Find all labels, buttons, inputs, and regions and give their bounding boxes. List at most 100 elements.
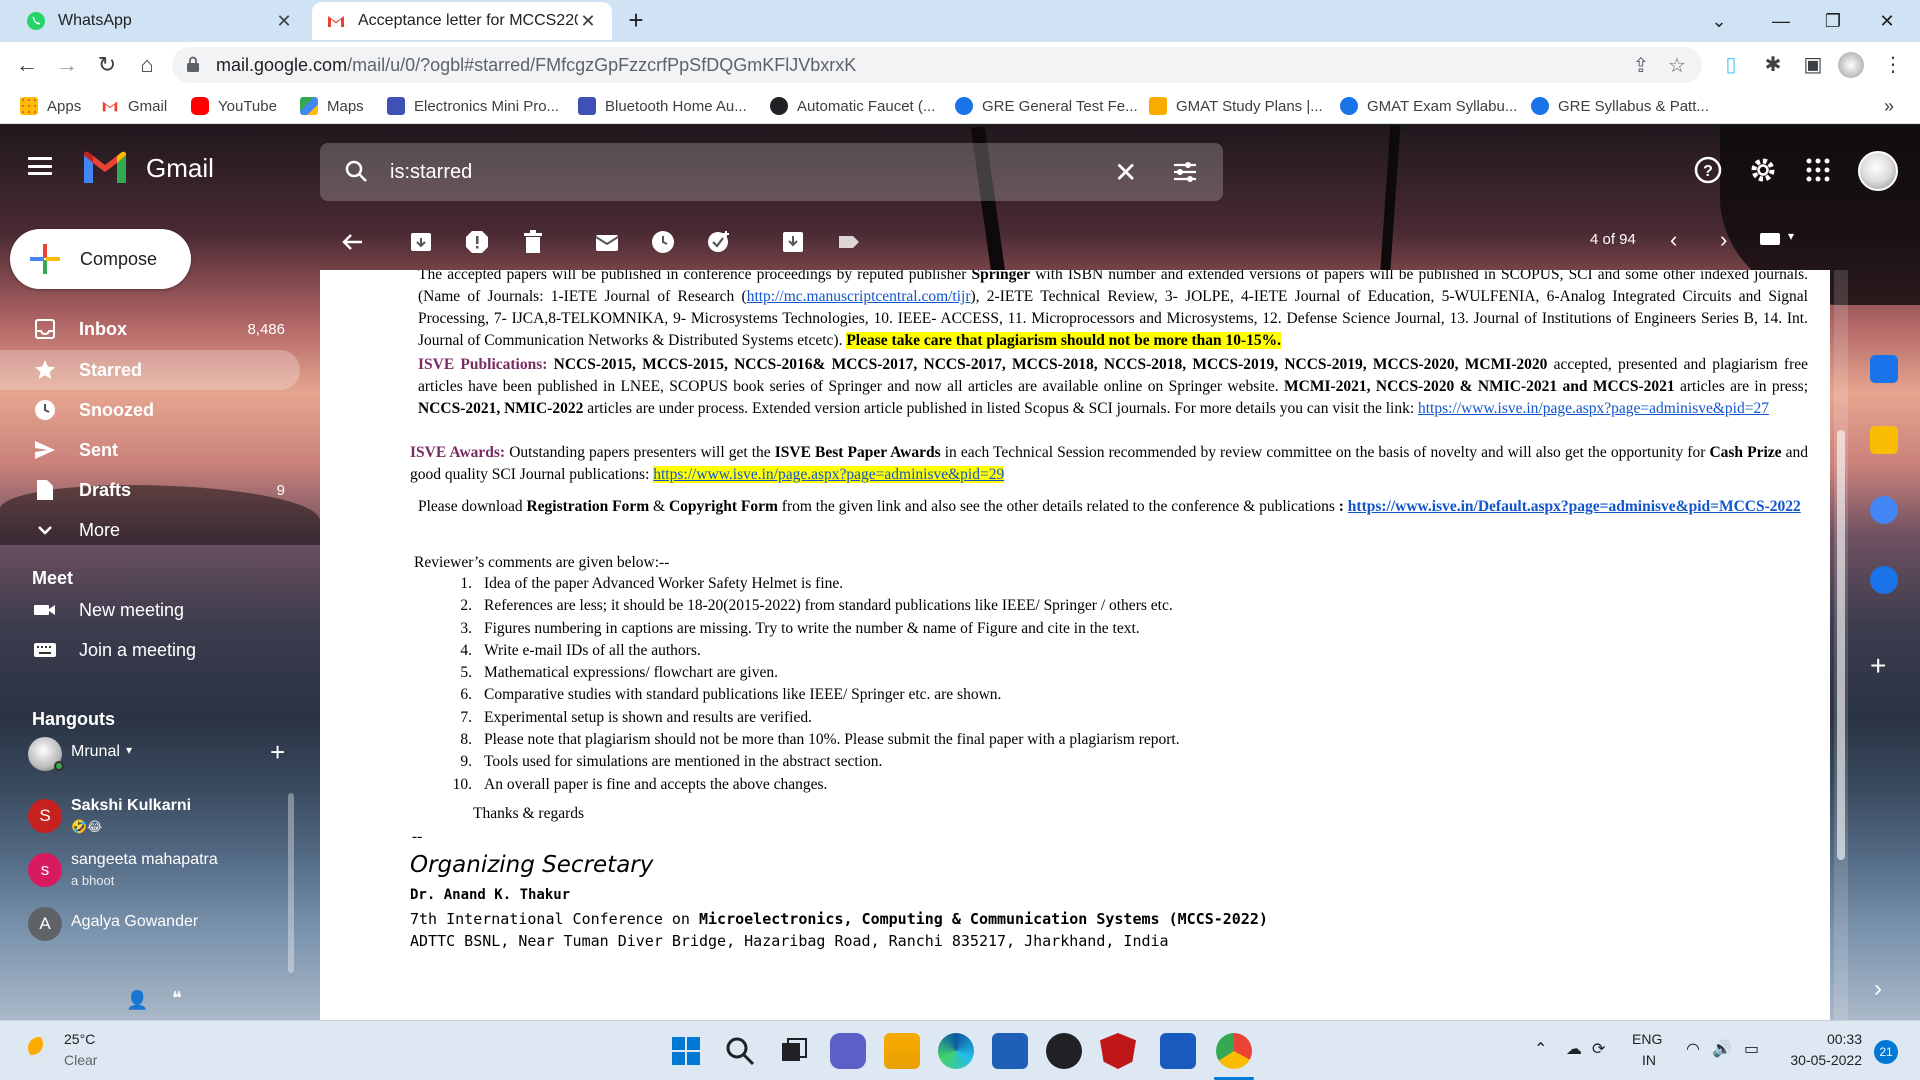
caret-down-icon[interactable]: ▾: [126, 743, 132, 757]
isve-awards-link[interactable]: https://www.isve.in/page.aspx?page=admin…: [653, 466, 1005, 483]
main-menu-icon[interactable]: [28, 157, 52, 175]
bookmark-maps[interactable]: Maps: [300, 94, 364, 118]
restore-button[interactable]: ❐: [1818, 6, 1848, 36]
dell-icon[interactable]: [1046, 1033, 1082, 1069]
tab-gmail-message[interactable]: Acceptance letter for MCCS2205 ✕: [312, 2, 612, 40]
word-icon[interactable]: [1160, 1033, 1196, 1069]
home-button[interactable]: ⌂: [132, 50, 162, 80]
nav-starred[interactable]: Starred: [0, 350, 300, 390]
bookmark-gmat-syllabus[interactable]: GMAT Exam Syllabu...: [1340, 94, 1517, 118]
microsoft-store-icon[interactable]: [992, 1033, 1028, 1069]
share-icon[interactable]: ⇪: [1628, 53, 1654, 79]
address-bar[interactable]: mail.google.com/mail/u/0/?ogbl#starred/F…: [172, 47, 1702, 83]
account-avatar[interactable]: [1858, 151, 1898, 191]
older-chevron-right-icon[interactable]: ›: [1720, 227, 1727, 253]
close-tab-icon[interactable]: ✕: [578, 11, 598, 32]
help-icon[interactable]: ?: [1693, 155, 1723, 185]
bookmark-star-icon[interactable]: ☆: [1664, 53, 1690, 79]
clock-date[interactable]: 30-05-2022: [1772, 1052, 1862, 1068]
archive-icon[interactable]: [408, 229, 434, 255]
menu-kebab-icon[interactable]: ⋮: [1880, 52, 1906, 78]
hangouts-contact[interactable]: A Agalya Gowander: [28, 901, 290, 951]
wifi-icon[interactable]: ◠: [1686, 1039, 1700, 1059]
tab-search-icon[interactable]: ⌄: [1704, 6, 1734, 36]
bookmark-apps[interactable]: Apps: [20, 94, 81, 118]
new-meeting-button[interactable]: New meeting: [33, 595, 184, 625]
clear-search-icon[interactable]: ✕: [1114, 156, 1137, 189]
extensions-puzzle-icon[interactable]: ✱: [1760, 52, 1786, 78]
snooze-clock-icon[interactable]: [650, 229, 676, 255]
contacts-icon[interactable]: [1870, 566, 1898, 594]
message-scrollbar[interactable]: [1834, 270, 1848, 1020]
google-apps-icon[interactable]: [1803, 155, 1833, 185]
bookmark-bluetooth[interactable]: Bluetooth Home Au...: [578, 94, 747, 118]
keep-notes-icon[interactable]: [1870, 426, 1898, 454]
label-tag-icon[interactable]: [836, 229, 862, 255]
hangouts-contact[interactable]: S Sakshi Kulkarni 🤣😂: [28, 793, 290, 843]
bookmark-gmat-plans[interactable]: GMAT Study Plans |...: [1149, 94, 1323, 118]
search-icon[interactable]: [722, 1033, 758, 1069]
delete-trash-icon[interactable]: [520, 229, 546, 255]
show-side-panel-chevron-icon[interactable]: ›: [1874, 975, 1882, 1003]
nav-drafts[interactable]: Drafts 9: [0, 470, 300, 510]
new-tab-button[interactable]: +: [622, 6, 650, 34]
sync-icon[interactable]: ⟳: [1592, 1039, 1605, 1059]
nav-sent[interactable]: Sent: [0, 430, 300, 470]
bookmark-faucet[interactable]: Automatic Faucet (...: [770, 94, 935, 118]
report-spam-icon[interactable]: [464, 229, 490, 255]
battery-icon[interactable]: ▭: [1744, 1039, 1759, 1059]
bookmark-gmail[interactable]: Gmail: [101, 94, 167, 118]
add-to-tasks-icon[interactable]: [706, 229, 732, 255]
settings-gear-icon[interactable]: [1748, 155, 1778, 185]
back-to-list-icon[interactable]: [340, 229, 366, 255]
edge-browser-icon[interactable]: [938, 1033, 974, 1069]
get-addons-plus-icon[interactable]: +: [1870, 650, 1886, 682]
nav-inbox[interactable]: Inbox 8,486: [0, 309, 300, 349]
search-input[interactable]: is:starred: [390, 161, 472, 184]
file-explorer-icon[interactable]: [884, 1033, 920, 1069]
back-button[interactable]: ←: [12, 50, 42, 80]
notification-count-badge[interactable]: 21: [1874, 1040, 1898, 1064]
windows-start-icon[interactable]: [668, 1033, 704, 1069]
new-conversation-plus-icon[interactable]: +: [270, 737, 285, 768]
isve-publications-link[interactable]: https://www.isve.in/page.aspx?page=admin…: [1418, 400, 1769, 417]
hangouts-quote-icon[interactable]: ❝: [172, 988, 182, 1009]
clock-time[interactable]: 00:33: [1792, 1031, 1862, 1047]
move-to-icon[interactable]: [780, 229, 806, 255]
hangouts-contact[interactable]: s sangeeta mahapatra a bhoot: [28, 847, 290, 897]
extension-icon[interactable]: ▯: [1718, 52, 1744, 78]
volume-icon[interactable]: 🔊: [1712, 1039, 1732, 1059]
profile-avatar[interactable]: [1838, 52, 1864, 78]
mcafee-icon[interactable]: [1100, 1033, 1136, 1069]
nav-more[interactable]: More: [0, 510, 300, 550]
minimize-button[interactable]: —: [1766, 6, 1796, 36]
close-tab-icon[interactable]: ✕: [274, 11, 294, 32]
input-tools-keyboard-icon[interactable]: [1760, 233, 1780, 245]
search-bar[interactable]: is:starred ✕: [320, 143, 1223, 201]
tab-whatsapp[interactable]: WhatsApp ✕: [12, 2, 308, 40]
reload-button[interactable]: ↻: [92, 50, 122, 80]
join-meeting-button[interactable]: Join a meeting: [33, 635, 196, 665]
hangouts-scrollbar[interactable]: [288, 793, 294, 973]
registration-form-link[interactable]: https://www.isve.in/Default.aspx?page=ad…: [1348, 498, 1801, 515]
calendar-icon[interactable]: [1870, 355, 1898, 383]
more-bookmarks-button[interactable]: »: [1884, 94, 1894, 118]
contacts-person-icon[interactable]: 👤: [126, 990, 148, 1011]
nav-snoozed[interactable]: Snoozed: [0, 390, 300, 430]
bookmark-youtube[interactable]: YouTube: [191, 94, 277, 118]
search-options-icon[interactable]: [1172, 159, 1198, 185]
journal-link[interactable]: http://mc.manuscriptcentral.com/tijr: [747, 288, 971, 305]
mark-unread-icon[interactable]: [594, 229, 620, 255]
caret-down-icon[interactable]: ▾: [1788, 229, 1794, 243]
weather-moon-icon[interactable]: [28, 1037, 50, 1059]
scrollbar-thumb[interactable]: [1837, 430, 1845, 860]
onedrive-cloud-icon[interactable]: ☁: [1566, 1039, 1582, 1059]
compose-button[interactable]: Compose: [10, 229, 191, 289]
task-view-icon[interactable]: [776, 1033, 812, 1069]
bookmark-gre-fee[interactable]: GRE General Test Fe...: [955, 94, 1138, 118]
close-window-button[interactable]: ✕: [1872, 6, 1902, 36]
hangouts-user[interactable]: Mrunal ▾ +: [28, 735, 290, 775]
show-hidden-icons-caret-icon[interactable]: ⌃: [1534, 1039, 1547, 1059]
bookmark-electronics[interactable]: Electronics Mini Pro...: [387, 94, 559, 118]
teams-chat-icon[interactable]: [830, 1033, 866, 1069]
